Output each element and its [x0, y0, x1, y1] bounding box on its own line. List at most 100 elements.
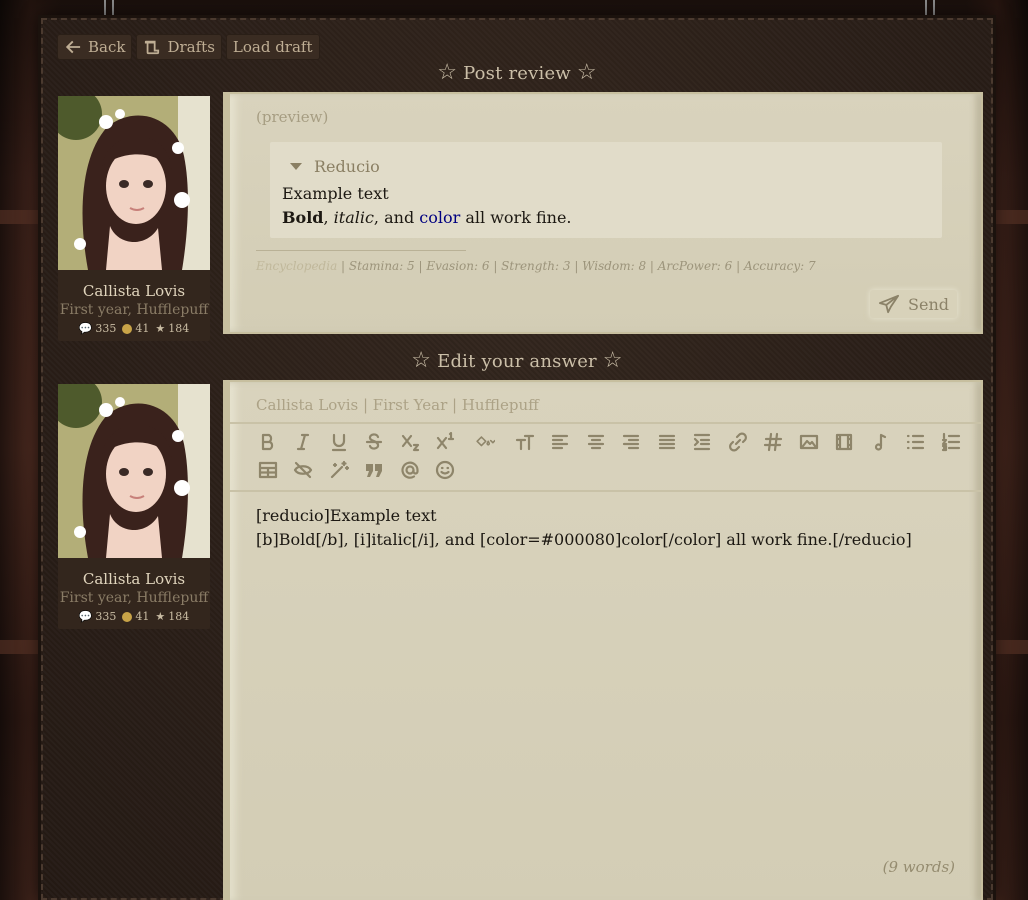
post-count: 335: [95, 610, 117, 623]
editor-header: Callista Lovis | First Year | Hufflepuff: [256, 396, 539, 414]
fill-color-button[interactable]: [463, 428, 507, 456]
image-button[interactable]: [791, 428, 827, 456]
at-sign-icon: [401, 461, 419, 479]
profile-stats: 💬 335 41 ★ 184: [58, 610, 210, 623]
post-review-heading: ☆ Post review ☆: [43, 60, 991, 85]
load-draft-label: Load draft: [232, 38, 313, 56]
editor-line-1: [reducio]Example text: [256, 506, 437, 525]
profile-card: Callista Lovis First year, Hufflepuff 💬 3…: [58, 96, 210, 341]
load-draft-button[interactable]: Load draft: [225, 34, 320, 60]
link-icon: [728, 432, 747, 452]
avatar-image: [58, 384, 210, 558]
superscript-button[interactable]: [428, 428, 464, 456]
video-button[interactable]: [827, 428, 863, 456]
editor-line-2: [b]Bold[/b], [i]italic[/i], and [color=#…: [256, 530, 912, 549]
encyclopedia-link[interactable]: Encyclopedia: [256, 259, 337, 273]
spoiler-toggle[interactable]: Reducio: [290, 157, 380, 176]
indent-icon: [694, 433, 711, 451]
preview-panel: (preview) Reducio Example text Bold, ita…: [225, 94, 981, 332]
star-icon: ★: [155, 610, 166, 623]
scroll-icon: [145, 40, 160, 55]
profile-name[interactable]: Callista Lovis: [58, 282, 210, 300]
spoiler-line-2: Bold, italic, and color all work fine.: [282, 206, 572, 230]
star-icon: ☆: [411, 348, 432, 373]
subscript-icon: [401, 434, 419, 452]
align-right-button[interactable]: [614, 428, 650, 456]
star-icon: ☆: [576, 60, 597, 85]
strikethrough-button[interactable]: [357, 428, 393, 456]
hanging-hook-right: [925, 0, 935, 20]
link-button[interactable]: [720, 428, 756, 456]
table-button[interactable]: [250, 456, 286, 484]
smiley-icon: [436, 460, 455, 480]
back-button[interactable]: Back: [57, 34, 133, 60]
speech-bubble-icon: 💬: [78, 610, 93, 623]
post-board: Back Drafts Load draft ☆ Post review ☆ C…: [38, 15, 996, 900]
separator-text: ,: [323, 208, 334, 227]
italic-text: italic: [333, 208, 374, 227]
star-icon: ☆: [437, 60, 458, 85]
indent-button[interactable]: [685, 428, 721, 456]
align-center-button[interactable]: [578, 428, 614, 456]
bold-button[interactable]: [250, 428, 286, 456]
profile-house: First year, Hufflepuff: [59, 590, 209, 606]
coin-icon: [122, 323, 133, 334]
post-count: 335: [95, 322, 117, 335]
numbered-list-button[interactable]: [933, 428, 969, 456]
divider: [230, 490, 981, 492]
separator-text: , and: [373, 208, 420, 227]
divider: [230, 422, 981, 424]
underline-button[interactable]: [321, 428, 357, 456]
align-left-button[interactable]: [543, 428, 579, 456]
arrow-left-icon: [65, 40, 81, 54]
stats-text: | Stamina: 5 | Evasion: 6 | Strength: 3 …: [337, 259, 816, 273]
profile-card: Callista Lovis First year, Hufflepuff 💬 3…: [58, 384, 210, 629]
drafts-label: Drafts: [167, 38, 215, 56]
subscript-button[interactable]: [392, 428, 428, 456]
italic-button[interactable]: [286, 428, 322, 456]
editor-toolbar: [250, 428, 970, 484]
emoji-button[interactable]: [428, 456, 464, 484]
hide-button[interactable]: [286, 456, 322, 484]
avatar: [58, 96, 210, 270]
quote-icon: [366, 464, 383, 477]
avatar: [58, 384, 210, 558]
spoiler-title: Reducio: [314, 157, 380, 176]
align-center-icon: [587, 434, 604, 450]
answer-textarea[interactable]: [reducio]Example text [b]Bold[/b], [i]ita…: [256, 504, 912, 552]
send-label: Send: [908, 294, 949, 314]
italic-icon: [297, 433, 310, 451]
divider: [256, 250, 466, 251]
film-icon: [836, 433, 853, 451]
drafts-button[interactable]: Drafts: [136, 34, 222, 60]
font-size-button[interactable]: [507, 428, 543, 456]
bullet-list-button[interactable]: [898, 428, 934, 456]
bold-text: Bold: [282, 208, 324, 227]
mention-button[interactable]: [392, 456, 428, 484]
caret-down-icon: [290, 163, 302, 170]
edit-answer-heading: ☆ Edit your answer ☆: [43, 348, 991, 373]
word-count: (9 words): [882, 858, 955, 876]
quote-button[interactable]: [357, 456, 393, 484]
top-nav: Back Drafts Load draft: [57, 34, 320, 60]
spoiler-line-1: Example text: [282, 184, 389, 203]
coin-count: 41: [135, 610, 150, 623]
table-icon: [258, 461, 277, 479]
magic-button[interactable]: [321, 456, 357, 484]
bullet-list-icon: [907, 434, 925, 450]
profile-stats: 💬 335 41 ★ 184: [58, 322, 210, 335]
hashtag-button[interactable]: [756, 428, 792, 456]
hanging-hook-left: [104, 0, 114, 20]
profile-name[interactable]: Callista Lovis: [58, 570, 210, 588]
back-label: Back: [88, 38, 126, 56]
speech-bubble-icon: 💬: [78, 322, 93, 335]
coin-count: 41: [135, 322, 150, 335]
star-icon: ☆: [602, 348, 623, 373]
editor-panel: Callista Lovis | First Year | Hufflepuff: [225, 382, 981, 900]
star-count: 184: [168, 610, 190, 623]
preview-label: (preview): [256, 108, 329, 126]
music-button[interactable]: [862, 428, 898, 456]
send-button[interactable]: Send: [870, 290, 957, 318]
paint-bucket-icon: [476, 436, 495, 447]
justify-button[interactable]: [649, 428, 685, 456]
